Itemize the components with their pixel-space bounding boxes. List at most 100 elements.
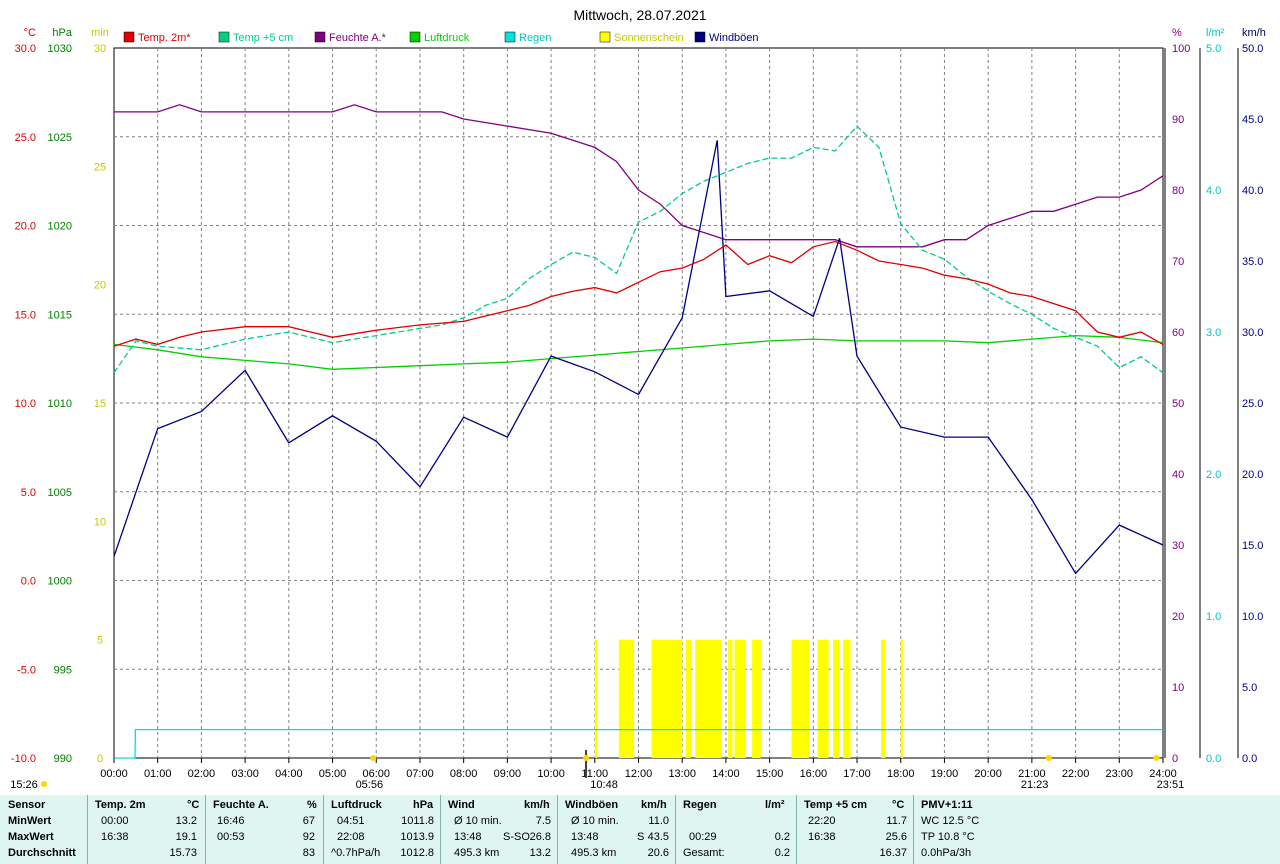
temp-axis-tick-label: 0.0	[21, 576, 36, 588]
stats-header-pressure: Luftdruck	[331, 799, 382, 811]
temp2m-max-value: 19.1	[175, 831, 197, 843]
stats-header-wind: Wind	[448, 799, 475, 811]
humidity-axis-tick-label: 90	[1172, 114, 1184, 126]
x-tick-label: 02:00	[188, 768, 216, 780]
humidity-axis-tick-label: 70	[1172, 256, 1184, 268]
gust-max-time: 13:48	[571, 831, 599, 843]
x-tick-label: 20:00	[974, 768, 1002, 780]
sunshine-axis-tick-label: 30	[94, 43, 106, 55]
sunset-marker-icon	[1045, 755, 1052, 761]
x-tick-label: 18:00	[887, 768, 915, 780]
sunshine-axis-tick-label: 0	[97, 753, 103, 765]
rain-total-value: 0.2	[774, 847, 790, 859]
pmv-dewpoint: TP 10.8 °C	[921, 831, 975, 843]
chart-title: Mittwoch, 28.07.2021	[573, 7, 706, 23]
rain-axis-unit-label: l/m²	[1206, 27, 1225, 39]
sunshine-bar	[752, 639, 761, 758]
temp2m-avg-value: 15.73	[169, 847, 197, 859]
stats-unit-gusts: km/h	[641, 799, 667, 811]
wind-axis-tick-label: 0.0	[1242, 753, 1257, 765]
sunshine-bar	[833, 639, 840, 758]
sunshine-axis-tick-label: 5	[97, 635, 103, 647]
wind-avg10-label: Ø 10 min.	[454, 815, 502, 827]
sunshine-axis-unit-label: min	[91, 27, 109, 39]
stats-header-gusts: Windböen	[565, 799, 619, 811]
humidity-axis-tick-label: 10	[1172, 682, 1184, 694]
pressure-axis-unit-label: hPa	[52, 27, 72, 39]
stats-unit-temp5cm: °C	[892, 799, 905, 811]
noon-marker-icon	[583, 755, 590, 761]
pmv-pressure-trend: 0.0hPa/3h	[921, 847, 972, 859]
sunshine-axis-tick-label: 15	[94, 398, 106, 410]
sunshine-bar	[817, 639, 829, 758]
x-tick-label: 05:00	[319, 768, 347, 780]
humidity-axis-unit-label: %	[1172, 27, 1182, 39]
sunshine-bar	[734, 639, 746, 758]
current-time-sun-icon	[41, 781, 47, 787]
pressure-axis-tick-label: 995	[54, 664, 72, 676]
stats-unit-rain: l/m²	[765, 799, 785, 811]
wind-axis-tick-label: 10.0	[1242, 611, 1263, 623]
legend-swatch	[218, 31, 230, 43]
wind-axis-tick-label: 30.0	[1242, 327, 1263, 339]
temp5-min-time: 22:20	[808, 815, 836, 827]
legend-label: Feuchte A.*	[329, 32, 387, 44]
rain-axis-tick-label: 0.0	[1206, 753, 1221, 765]
stats-col-pmv: PMV+1:11 WC 12.5 °C TP 10.8 °C 0.0hPa/3h	[913, 795, 1280, 864]
temp-axis-tick-label: -5.0	[17, 664, 36, 676]
stats-unit-pressure: hPa	[413, 799, 434, 811]
gust-distance: 495.3 km	[571, 847, 617, 859]
stats-col-pressure: Luftdruck hPa 04:51 1011.8 22:08 1013.9 …	[323, 795, 441, 864]
statistics-panel: Sensor MinWert MaxWert Durchschnitt Temp…	[0, 795, 1280, 864]
press-min-value: 1011.8	[401, 815, 434, 827]
legend-swatch	[409, 31, 421, 43]
temp-axis-tick-label: 30.0	[15, 43, 36, 55]
legend-swatch	[314, 31, 326, 43]
hum-min-value: 67	[302, 815, 315, 827]
wind-axis-tick-label: 20.0	[1242, 469, 1263, 481]
stats-header-temp2m: Temp. 2m	[95, 799, 146, 811]
stats-unit-humidity: %	[307, 799, 317, 811]
wind-axis-tick-label: 35.0	[1242, 256, 1263, 268]
temp-axis-tick-label: 25.0	[15, 132, 36, 144]
wind-axis-tick-label: 40.0	[1242, 185, 1263, 197]
legend-swatch	[599, 31, 611, 43]
x-tick-label: 19:00	[931, 768, 959, 780]
rain-axis-tick-label: 3.0	[1206, 327, 1221, 339]
sunshine-bar	[791, 639, 809, 758]
day-end-label: 23:51	[1157, 779, 1185, 791]
humidity-axis-tick-label: 80	[1172, 185, 1184, 197]
sunshine-bar	[881, 639, 886, 758]
x-tick-label: 15:00	[756, 768, 784, 780]
stats-header-pmv: PMV+1:11	[921, 799, 973, 811]
wind-axis-tick-label: 25.0	[1242, 398, 1263, 410]
wind-axis-tick-label: 45.0	[1242, 114, 1263, 126]
temp2m-min-value: 13.2	[175, 815, 197, 827]
temp5-min-value: 11.7	[886, 815, 907, 827]
humidity-axis-tick-label: 0	[1172, 753, 1178, 765]
x-tick-label: 22:00	[1062, 768, 1090, 780]
stats-unit-wind: km/h	[524, 799, 550, 811]
temp-axis-tick-label: -10.0	[11, 753, 36, 765]
humidity-axis-tick-label: 60	[1172, 327, 1184, 339]
x-tick-label: 04:00	[275, 768, 303, 780]
press-max-value: 1013.9	[400, 831, 434, 843]
gust-avg10-label: Ø 10 min.	[571, 815, 619, 827]
legend-label: Luftdruck	[424, 32, 470, 44]
x-tick-label: 08:00	[450, 768, 478, 780]
x-tick-label: 00:00	[100, 768, 128, 780]
wind-max-value: 26.8	[529, 831, 551, 843]
wind-avg10-value: 7.5	[535, 815, 551, 827]
rain-axis-tick-label: 4.0	[1206, 185, 1221, 197]
current-time-label: 15:26	[10, 779, 38, 791]
stats-header-sensor: Sensor	[8, 799, 46, 811]
sunshine-bar	[651, 639, 683, 758]
stats-col-humidity: Feuchte A. % 16:46 67 00:53 92 83	[205, 795, 324, 864]
sunshine-axis-tick-label: 25	[94, 161, 106, 173]
stats-col-rain: Regen l/m² 00:29 0.2 Gesamt: 0.2	[675, 795, 797, 864]
sunshine-bar	[900, 639, 903, 758]
press-max-time: 22:08	[337, 831, 365, 843]
stats-col-wind: Wind km/h Ø 10 min. 7.5 13:48 S-SO 26.8 …	[440, 795, 558, 864]
hum-avg-value: 83	[302, 847, 315, 859]
sunshine-bar	[843, 639, 851, 758]
